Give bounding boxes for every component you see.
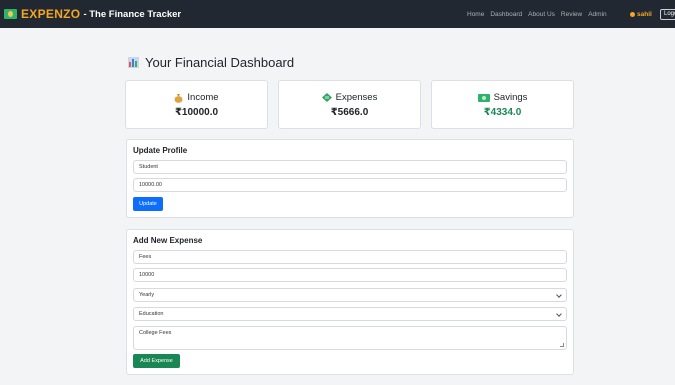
user-icon xyxy=(630,11,635,17)
savings-value: ₹4334.0 xyxy=(483,107,522,118)
money-icon xyxy=(4,9,17,19)
resize-handle-icon[interactable] xyxy=(560,343,564,347)
page-title: Your Financial Dashboard xyxy=(128,55,294,70)
frequency-value: Yearly xyxy=(139,292,155,298)
income-label: Income xyxy=(187,92,219,103)
nav-links: Home Dashboard About Us Review Admin xyxy=(467,0,613,28)
logout-button[interactable]: Logout xyxy=(660,9,675,20)
nav-review[interactable]: Review xyxy=(561,11,582,18)
monthly-income-input[interactable]: 10000.00 xyxy=(133,178,567,192)
description-textarea[interactable]: College Fees xyxy=(133,326,567,350)
income-card: Income ₹10000.0 xyxy=(125,80,268,129)
add-expense-button[interactable]: Add Expense xyxy=(133,354,180,368)
nav-home[interactable]: Home xyxy=(467,11,484,18)
navbar: EXPENZO - The Finance Tracker Home Dashb… xyxy=(0,0,675,28)
money-bag-icon xyxy=(174,93,183,103)
page-title-text: Your Financial Dashboard xyxy=(145,55,295,70)
money-icon xyxy=(477,93,490,102)
occupation-input[interactable]: Student xyxy=(133,160,567,174)
add-expense-title: Add New Expense xyxy=(133,236,203,245)
expenses-value: ₹5666.0 xyxy=(330,107,369,118)
user-menu[interactable]: sahil xyxy=(630,0,652,28)
nav-admin[interactable]: Admin xyxy=(588,11,606,18)
description-value: College Fees xyxy=(139,330,172,336)
update-profile-title: Update Profile xyxy=(133,146,188,155)
brand-name: EXPENZO xyxy=(21,7,81,21)
expense-amount-input[interactable]: 10000 xyxy=(133,268,567,282)
expense-name-input[interactable]: Fees xyxy=(133,250,567,264)
savings-card: Savings ₹4334.0 xyxy=(431,80,574,129)
category-value: Education xyxy=(139,311,164,317)
expenses-label: Expenses xyxy=(335,92,378,103)
bar-chart-icon xyxy=(128,57,139,68)
update-button[interactable]: Update xyxy=(133,197,163,211)
chevron-down-icon xyxy=(556,292,562,298)
user-name: sahil xyxy=(637,10,652,18)
nav-about-us[interactable]: About Us xyxy=(528,11,555,18)
nav-dashboard[interactable]: Dashboard xyxy=(490,11,522,18)
add-expense-card: Add New Expense Fees 10000 Yearly Educat… xyxy=(126,229,574,375)
update-profile-card: Update Profile Student 10000.00 Update xyxy=(126,139,574,218)
savings-label: Savings xyxy=(493,92,528,103)
money-wings-icon xyxy=(321,93,332,102)
category-select[interactable]: Education xyxy=(133,307,567,321)
expenses-card: Expenses ₹5666.0 xyxy=(278,80,421,129)
chevron-down-icon xyxy=(556,311,562,317)
brand-tagline: - The Finance Tracker xyxy=(83,8,182,20)
brand[interactable]: EXPENZO - The Finance Tracker xyxy=(4,7,181,21)
frequency-select[interactable]: Yearly xyxy=(133,288,567,302)
income-value: ₹10000.0 xyxy=(174,107,219,118)
